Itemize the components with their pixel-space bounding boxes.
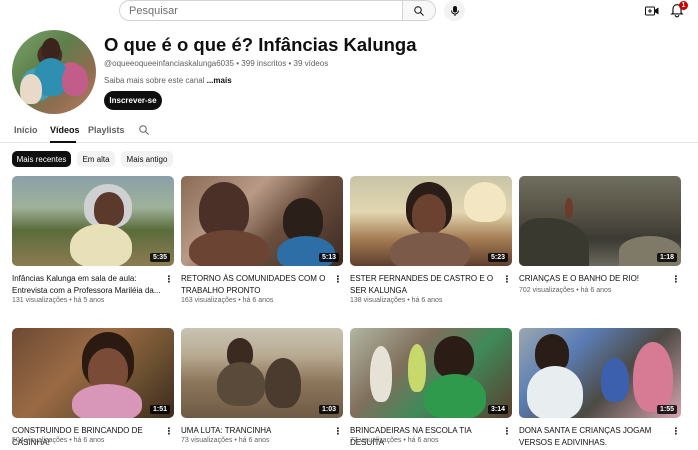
video-duration: 1:51	[149, 405, 170, 414]
meta-separator: •	[407, 297, 410, 304]
video-views: 77 visualizações	[350, 437, 402, 444]
video-title[interactable]: UMA LUTA: TRANCINHA	[181, 425, 331, 437]
video-views: 163 visualizações	[181, 297, 237, 304]
video-views: 73 visualizações	[181, 437, 233, 444]
video-card[interactable]: 1:51 CONSTRUINDO E BRINCANDO DE CASINHA!…	[12, 328, 174, 450]
video-thumbnail[interactable]: 5:13	[181, 176, 343, 266]
video-age: há 6 anos	[580, 287, 612, 294]
notification-badge: 1	[679, 1, 688, 10]
meta-separator: •	[403, 437, 406, 444]
voice-search-button[interactable]	[444, 0, 465, 21]
video-thumbnail[interactable]: 1:03	[181, 328, 343, 418]
meta-separator: •	[69, 437, 72, 444]
video-title[interactable]: RETORNO ÀS COMUNIDADES COM O TRABALHO PR…	[181, 273, 331, 296]
video-count: 39 vídeos	[293, 59, 329, 68]
search-icon	[414, 5, 424, 16]
meta-separator: •	[69, 297, 72, 304]
channel-handle: @oqueeoqueeinfanciaskalunga6035	[104, 59, 235, 68]
chip-mais-recentes[interactable]: Mais recentes	[12, 151, 71, 167]
video-title[interactable]: CRIANÇAS E O BANHO DE RIO!	[519, 273, 669, 285]
notifications-button[interactable]: 1	[670, 1, 688, 19]
video-duration: 3:14	[487, 405, 508, 414]
search-input[interactable]: Pesquisar	[119, 0, 402, 21]
about-more: ...mais	[206, 76, 232, 85]
video-card[interactable]: 5:35 Infâncias Kalunga em sala de aula: …	[12, 176, 174, 311]
subscriber-count: 399 inscritos	[241, 59, 287, 68]
search-placeholder: Pesquisar	[129, 5, 178, 17]
video-views: 131 visualizações	[12, 297, 68, 304]
mic-icon	[450, 5, 459, 16]
video-duration: 1:18	[656, 253, 677, 262]
video-duration: 5:23	[487, 253, 508, 262]
create-video-button[interactable]	[644, 4, 660, 18]
more-options-icon[interactable]: ⋮	[334, 273, 343, 285]
video-duration: 1:55	[656, 405, 677, 414]
video-views: 702 visualizações	[519, 287, 575, 294]
video-duration: 5:13	[318, 253, 339, 262]
video-thumbnail[interactable]: 5:35	[12, 176, 174, 266]
video-card[interactable]: 1:18 CRIANÇAS E O BANHO DE RIO! ⋮ 702 vi…	[519, 176, 681, 301]
video-card[interactable]: 5:23 ESTER FERNANDES DE CASTRO E O SER K…	[350, 176, 512, 311]
video-meta: 131 visualizações • há 5 anos	[12, 297, 104, 304]
meta-separator: •	[234, 437, 237, 444]
channel-avatar[interactable]	[12, 30, 96, 114]
video-meta: 504 visualizações • há 6 anos	[12, 437, 104, 444]
video-thumbnail[interactable]: 1:51	[12, 328, 174, 418]
video-meta: 77 visualizações • há 6 anos	[350, 437, 438, 444]
video-age: há 6 anos	[73, 437, 105, 444]
channel-title: O que é o que é? Infâncias Kalunga	[104, 34, 417, 55]
video-thumbnail[interactable]: 5:23	[350, 176, 512, 266]
video-card[interactable]: 1:55 DONA SANTA E CRIANÇAS JOGAM VERSOS …	[519, 328, 681, 450]
channel-meta: @oqueeoqueeinfanciaskalunga6035 • 399 in…	[104, 59, 328, 68]
top-bar: Pesquisar 1	[0, 0, 698, 24]
tab-inicio[interactable]: Início	[14, 125, 38, 135]
more-options-icon[interactable]: ⋮	[165, 425, 174, 437]
video-meta: 73 visualizações • há 6 anos	[181, 437, 269, 444]
video-age: há 5 anos	[73, 297, 105, 304]
video-thumbnail[interactable]: 1:18	[519, 176, 681, 266]
more-options-icon[interactable]: ⋮	[672, 273, 681, 285]
more-options-icon[interactable]: ⋮	[334, 425, 343, 437]
video-card[interactable]: 3:14 BRINCADEIRAS NA ESCOLA TIA DESUÍTA …	[350, 328, 512, 450]
more-options-icon[interactable]: ⋮	[672, 425, 681, 437]
more-options-icon[interactable]: ⋮	[503, 425, 512, 437]
meta-separator: •	[238, 297, 241, 304]
video-meta: 163 visualizações • há 6 anos	[181, 297, 273, 304]
subscribe-button[interactable]: Inscrever-se	[104, 91, 162, 110]
video-title[interactable]: ESTER FERNANDES DE CASTRO E O SER KALUNG…	[350, 273, 500, 296]
tab-search-icon[interactable]	[138, 124, 150, 136]
video-views: 138 visualizações	[350, 297, 406, 304]
channel-tabs: Início Vídeos Playlists	[0, 121, 698, 143]
video-card[interactable]: 1:03 UMA LUTA: TRANCINHA ⋮ 73 visualizaç…	[181, 328, 343, 450]
video-meta: 702 visualizações • há 6 anos	[519, 287, 611, 294]
video-age: há 6 anos	[411, 297, 443, 304]
search-button[interactable]	[402, 0, 436, 21]
video-duration: 1:03	[318, 405, 339, 414]
video-title[interactable]: Infâncias Kalunga em sala de aula: Entre…	[12, 273, 162, 296]
video-thumbnail[interactable]: 1:55	[519, 328, 681, 418]
video-title[interactable]: DONA SANTA E CRIANÇAS JOGAM VERSOS E ADI…	[519, 425, 669, 448]
chip-em-alta[interactable]: Em alta	[77, 151, 115, 167]
more-options-icon[interactable]: ⋮	[165, 273, 174, 285]
tab-playlists[interactable]: Playlists	[88, 125, 125, 135]
video-card[interactable]: 5:13 RETORNO ÀS COMUNIDADES COM O TRABAL…	[181, 176, 343, 311]
more-options-icon[interactable]: ⋮	[503, 273, 512, 285]
channel-about-link[interactable]: Saiba mais sobre este canal ...mais	[104, 76, 232, 85]
video-duration: 5:35	[149, 253, 170, 262]
video-age: há 6 anos	[242, 297, 274, 304]
chip-mais-antigo[interactable]: Mais antigo	[121, 151, 173, 167]
video-meta: 138 visualizações • há 6 anos	[350, 297, 442, 304]
tab-videos[interactable]: Vídeos	[50, 125, 80, 135]
video-age: há 6 anos	[238, 437, 270, 444]
meta-separator: •	[288, 59, 292, 68]
video-thumbnail[interactable]: 3:14	[350, 328, 512, 418]
video-views: 504 visualizações	[12, 437, 68, 444]
meta-separator: •	[576, 287, 579, 294]
meta-separator: •	[236, 59, 240, 68]
about-text: Saiba mais sobre este canal	[104, 76, 205, 85]
video-age: há 6 anos	[407, 437, 439, 444]
create-video-icon	[645, 6, 659, 16]
active-tab-indicator	[50, 141, 76, 143]
